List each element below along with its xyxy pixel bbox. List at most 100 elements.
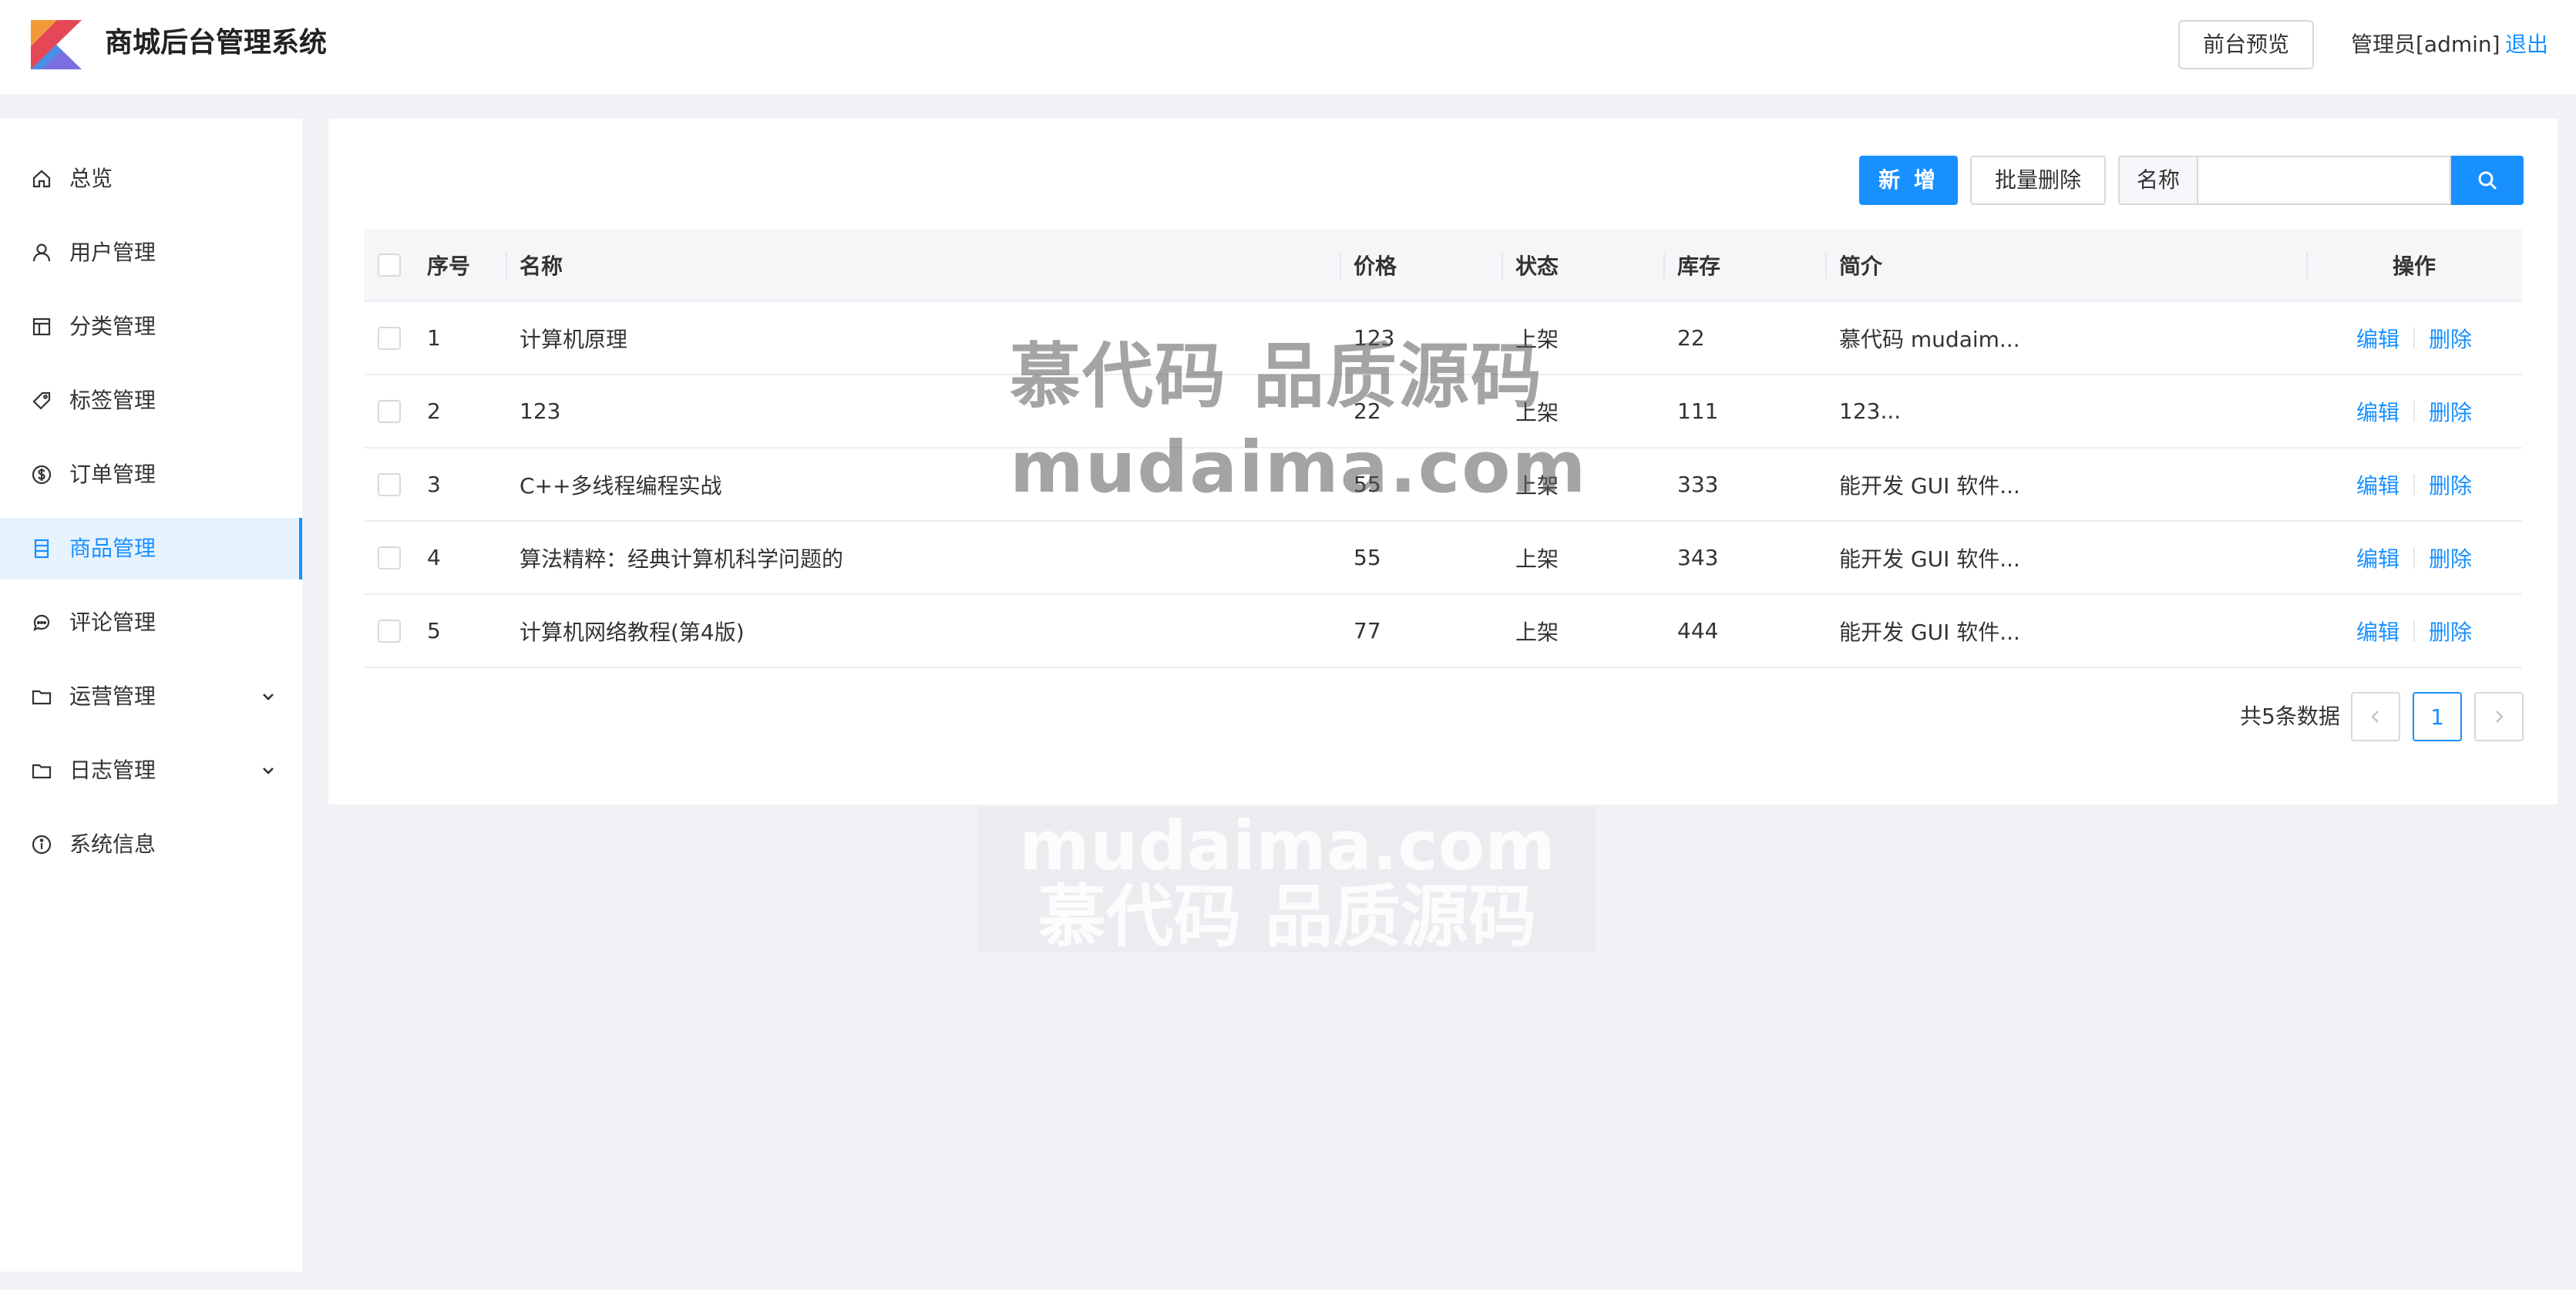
add-button[interactable]: 新 增 xyxy=(1859,156,1958,205)
cell-stock: 444 xyxy=(1677,618,1719,643)
app-logo-icon xyxy=(31,20,82,69)
cell-status: 上架 xyxy=(1515,619,1559,645)
delete-link[interactable]: 删除 xyxy=(2429,323,2472,354)
action-divider xyxy=(2413,400,2415,422)
select-all-cell xyxy=(378,230,409,301)
row-checkbox[interactable] xyxy=(378,619,401,643)
column-header-index: 序号 xyxy=(427,254,471,279)
watermark-overlay: 慕代码 品质源码 mudaima.com xyxy=(1010,331,1588,513)
edit-link[interactable]: 编辑 xyxy=(2356,396,2399,427)
cell-index: 2 xyxy=(427,398,441,424)
sidebar-item-tags[interactable]: 标签管理 xyxy=(0,370,302,432)
watermark-line: mudaima.com xyxy=(1010,426,1588,509)
sidebar-item-label: 订单管理 xyxy=(69,462,156,487)
edit-link[interactable]: 编辑 xyxy=(2356,616,2399,647)
cell-index: 5 xyxy=(427,618,441,643)
cell-index: 3 xyxy=(427,472,441,497)
frontend-preview-button[interactable]: 前台预览 xyxy=(2178,20,2314,69)
cell-intro: 123... xyxy=(1839,398,1902,424)
sidebar-item-label: 用户管理 xyxy=(69,240,156,265)
prev-page-button[interactable] xyxy=(2351,692,2400,741)
sidebar: 总览 用户管理 分类管理 标签管理 订单管理 商品管理 评论管理 运营管理 日志… xyxy=(0,119,302,1272)
search-name-prefix: 名称 xyxy=(2118,156,2197,205)
sidebar-item-label: 标签管理 xyxy=(69,388,156,413)
next-page-button[interactable] xyxy=(2474,692,2524,741)
select-cell xyxy=(378,448,409,520)
cell-name: 计算机网络教程(第4版) xyxy=(520,619,745,645)
row-checkbox[interactable] xyxy=(378,326,401,350)
action-divider xyxy=(2413,327,2415,349)
search-icon xyxy=(2478,171,2497,190)
sidebar-item-label: 分类管理 xyxy=(69,314,156,339)
sidebar-item-system-info[interactable]: 系统信息 xyxy=(0,814,302,875)
dollar-icon xyxy=(31,464,52,485)
cell-intro: 能开发 GUI 软件... xyxy=(1839,472,2020,499)
column-header-intro: 简介 xyxy=(1839,254,1883,279)
action-divider xyxy=(2413,473,2415,496)
edit-link[interactable]: 编辑 xyxy=(2356,323,2399,354)
column-header-status: 状态 xyxy=(1515,254,1559,279)
row-checkbox[interactable] xyxy=(378,546,401,569)
delete-link[interactable]: 删除 xyxy=(2429,469,2472,500)
select-cell xyxy=(378,522,409,593)
sidebar-item-comments[interactable]: 评论管理 xyxy=(0,592,302,653)
search-button[interactable] xyxy=(2451,156,2524,205)
sidebar-item-label: 系统信息 xyxy=(69,831,156,857)
column-divider xyxy=(1663,253,1665,279)
sidebar-item-label: 运营管理 xyxy=(69,684,156,709)
sidebar-item-logs[interactable]: 日志管理 xyxy=(0,740,302,801)
edit-link[interactable]: 编辑 xyxy=(2356,543,2399,573)
select-cell xyxy=(378,302,409,374)
cell-price: 77 xyxy=(1354,618,1381,643)
column-divider xyxy=(1825,253,1827,279)
cell-actions: 编辑 删除 xyxy=(2306,375,2522,447)
watermark-line: mudaima.com xyxy=(1019,806,1555,885)
sidebar-item-label: 总览 xyxy=(69,166,113,191)
sidebar-item-users[interactable]: 用户管理 xyxy=(0,222,302,284)
sidebar-item-label: 日志管理 xyxy=(69,758,156,783)
select-all-checkbox[interactable] xyxy=(378,254,401,277)
sidebar-item-categories[interactable]: 分类管理 xyxy=(0,296,302,358)
sidebar-item-orders[interactable]: 订单管理 xyxy=(0,444,302,506)
sidebar-item-label: 评论管理 xyxy=(69,610,156,635)
cell-stock: 111 xyxy=(1677,398,1719,424)
cell-name: 算法精粹：经典计算机科学问题的 xyxy=(520,546,844,572)
chevron-down-icon[interactable] xyxy=(259,687,277,706)
cell-status: 上架 xyxy=(1515,546,1559,572)
list-icon xyxy=(31,538,52,559)
cell-index: 4 xyxy=(427,545,441,570)
row-checkbox[interactable] xyxy=(378,472,401,496)
watermark-line: 慕代码 品质源码 xyxy=(1010,335,1544,418)
chevron-down-icon[interactable] xyxy=(259,761,277,780)
sidebar-item-operations[interactable]: 运营管理 xyxy=(0,666,302,727)
search-input[interactable] xyxy=(2197,156,2451,205)
select-cell xyxy=(378,375,409,447)
sidebar-item-overview[interactable]: 总览 xyxy=(0,148,302,210)
page-number-button[interactable]: 1 xyxy=(2413,692,2462,741)
home-icon xyxy=(31,168,52,190)
cell-actions: 编辑 删除 xyxy=(2306,595,2522,667)
row-checkbox[interactable] xyxy=(378,399,401,423)
delete-link[interactable]: 删除 xyxy=(2429,616,2472,647)
cell-intro: 能开发 GUI 软件... xyxy=(1839,619,2020,645)
delete-link[interactable]: 删除 xyxy=(2429,543,2472,573)
watermark-overlay-faded: mudaima.com 慕代码 品质源码 xyxy=(979,806,1596,952)
cell-actions: 编辑 删除 xyxy=(2306,522,2522,593)
column-divider xyxy=(1502,253,1503,279)
watermark-line: 慕代码 品质源码 xyxy=(1037,877,1537,956)
column-header-price: 价格 xyxy=(1354,254,1397,279)
action-divider xyxy=(2413,546,2415,569)
layout-icon xyxy=(31,316,52,338)
comment-icon xyxy=(31,612,52,633)
app-title: 商城后台管理系统 xyxy=(105,27,328,59)
sidebar-item-label: 商品管理 xyxy=(69,536,156,561)
chevron-right-icon xyxy=(2496,711,2504,723)
batch-delete-button[interactable]: 批量删除 xyxy=(1970,156,2106,205)
admin-user-label: 管理员[admin] xyxy=(2351,32,2500,57)
delete-link[interactable]: 删除 xyxy=(2429,396,2472,427)
sidebar-item-products[interactable]: 商品管理 xyxy=(0,518,302,579)
logout-link[interactable]: 退出 xyxy=(2505,23,2548,66)
user-icon xyxy=(31,242,52,264)
edit-link[interactable]: 编辑 xyxy=(2356,469,2399,500)
column-header-name: 名称 xyxy=(520,254,563,279)
